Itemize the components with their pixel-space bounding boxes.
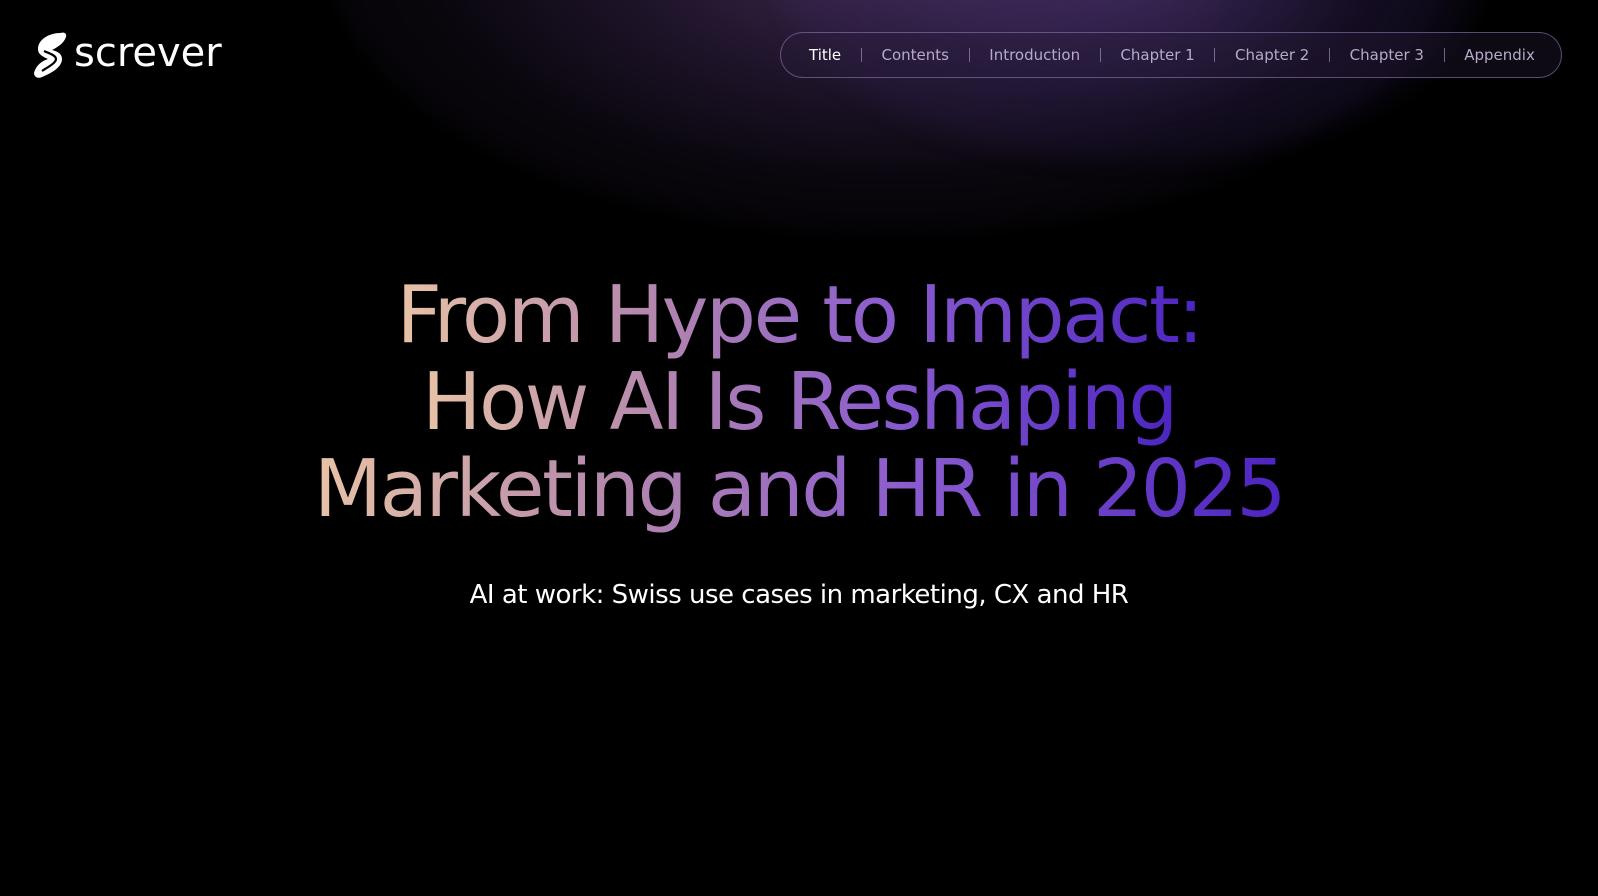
- hero-subtitle: AI at work: Swiss use cases in marketing…: [469, 580, 1129, 610]
- nav-item-chapter-1[interactable]: Chapter 1: [1120, 46, 1194, 64]
- brand-name: screver: [74, 30, 222, 76]
- nav-divider: [860, 48, 862, 62]
- nav-item-introduction[interactable]: Introduction: [989, 46, 1080, 64]
- brand-logo[interactable]: screver: [30, 30, 222, 80]
- hero-title-line: Marketing and HR in 2025: [0, 446, 1598, 533]
- nav-item-title[interactable]: Title: [809, 46, 841, 64]
- nav-item-contents[interactable]: Contents: [881, 46, 948, 64]
- s-logo-icon: [34, 32, 67, 78]
- nav-divider: [968, 48, 970, 62]
- hero-title-line-text: Marketing and HR in 2025: [313, 443, 1287, 535]
- nav-item-chapter-2[interactable]: Chapter 2: [1235, 46, 1309, 64]
- title-page: screver Title Contents Introduction Chap…: [0, 0, 1598, 896]
- nav-divider: [1214, 48, 1216, 62]
- hero-title: From Hype to Impact: How AI Is Reshaping…: [0, 272, 1598, 533]
- nav-item-appendix[interactable]: Appendix: [1464, 46, 1535, 64]
- hero-title-line: How AI Is Reshaping: [0, 359, 1598, 446]
- nav-item-chapter-3[interactable]: Chapter 3: [1350, 46, 1424, 64]
- chapter-nav: Title Contents Introduction Chapter 1 Ch…: [780, 32, 1562, 78]
- nav-divider: [1328, 48, 1330, 62]
- nav-divider: [1099, 48, 1101, 62]
- hero-title-line-text: How AI Is Reshaping: [422, 356, 1178, 448]
- hero-title-line: From Hype to Impact:: [0, 272, 1598, 359]
- hero-title-line-text: From Hype to Impact:: [396, 269, 1204, 361]
- nav-divider: [1443, 48, 1445, 62]
